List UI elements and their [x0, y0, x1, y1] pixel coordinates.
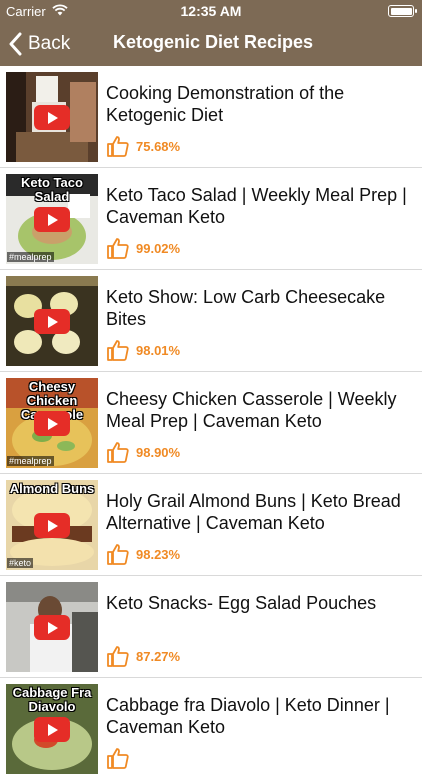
status-time: 12:35 AM [180, 3, 242, 19]
play-icon [34, 717, 70, 742]
video-title: Holy Grail Almond Buns | Keto Bread Alte… [106, 491, 401, 533]
play-icon [34, 411, 70, 436]
rating: 98.90% [106, 440, 180, 464]
rating: 75.68% [106, 134, 180, 158]
thumbnail-hashtag: #mealprep [7, 456, 54, 466]
play-icon [34, 513, 70, 538]
list-item[interactable]: Cheesy Chicken Casserole #mealprep Chees… [0, 372, 422, 474]
thumbs-up-icon [107, 544, 129, 565]
rating: 98.23% [106, 542, 180, 566]
thumbnail-hashtag: #keto [7, 558, 34, 568]
list-item[interactable]: Almond Buns #keto Holy Grail Almond Buns… [0, 474, 422, 576]
battery-icon [388, 5, 417, 17]
thumbs-up-icon [107, 442, 129, 463]
video-title: Keto Show: Low Carb Cheesecake Bites [106, 287, 386, 329]
list-item[interactable]: Keto Snacks- Egg Salad Pouches 87.27% [0, 576, 422, 678]
video-thumbnail [6, 582, 98, 672]
video-title: Keto Snacks- Egg Salad Pouches [106, 593, 377, 613]
video-title: Cheesy Chicken Casserole | Weekly Meal P… [106, 389, 397, 431]
video-title: Keto Taco Salad | Weekly Meal Prep | Cav… [106, 185, 407, 227]
thumbs-up-icon [107, 238, 129, 259]
page-title: Ketogenic Diet Recipes [112, 32, 314, 52]
rating-value: 98.01% [136, 342, 181, 358]
video-thumbnail: Keto Taco Salad #mealprep [6, 174, 98, 264]
rating-value: 75.68% [136, 138, 181, 154]
thumbs-up-icon [107, 340, 129, 361]
thumbnail-caption: Keto Taco Salad [21, 175, 83, 204]
thumbnail-caption: Cabbage Fra Diavolo [12, 685, 92, 714]
video-title: Cabbage fra Diavolo | Keto Dinner | Cave… [106, 695, 390, 737]
play-icon [34, 615, 70, 640]
header: Carrier 12:35 AM Back Ketogenic Diet Rec… [0, 0, 422, 66]
list-item[interactable]: Cooking Demonstration of the Ketogenic D… [0, 66, 422, 168]
thumbs-up-icon [107, 646, 129, 667]
video-thumbnail: Almond Buns #keto [6, 480, 98, 570]
play-icon [34, 309, 70, 334]
rating-value: 98.90% [136, 444, 181, 460]
rating: 87.27% [106, 644, 180, 668]
rating: 99.02% [106, 236, 180, 260]
rating-value: 99.02% [136, 240, 181, 256]
play-icon [34, 207, 70, 232]
play-icon [34, 105, 70, 130]
video-thumbnail: Cheesy Chicken Casserole #mealprep [6, 378, 98, 468]
rating: 98.01% [106, 338, 180, 362]
rating-value: 87.27% [136, 648, 181, 664]
rating-value: 98.23% [136, 546, 181, 562]
video-thumbnail: Cabbage Fra Diavolo [6, 684, 98, 774]
thumbnail-caption: Almond Buns [9, 481, 95, 496]
status-bar: Carrier 12:35 AM [0, 0, 422, 22]
video-title: Cooking Demonstration of the Ketogenic D… [106, 83, 345, 125]
video-list: Cooking Demonstration of the Ketogenic D… [0, 66, 422, 780]
list-item[interactable]: Keto Taco Salad #mealprep Keto Taco Sala… [0, 168, 422, 270]
video-thumbnail [6, 72, 98, 162]
thumbs-up-icon [107, 136, 129, 157]
list-item[interactable]: Cabbage Fra Diavolo Cabbage fra Diavolo … [0, 678, 422, 780]
list-item[interactable]: Keto Show: Low Carb Cheesecake Bites 98.… [0, 270, 422, 372]
thumbnail-hashtag: #mealprep [7, 252, 54, 262]
video-thumbnail [6, 276, 98, 366]
navigation-bar: Back Ketogenic Diet Recipes [0, 22, 422, 66]
